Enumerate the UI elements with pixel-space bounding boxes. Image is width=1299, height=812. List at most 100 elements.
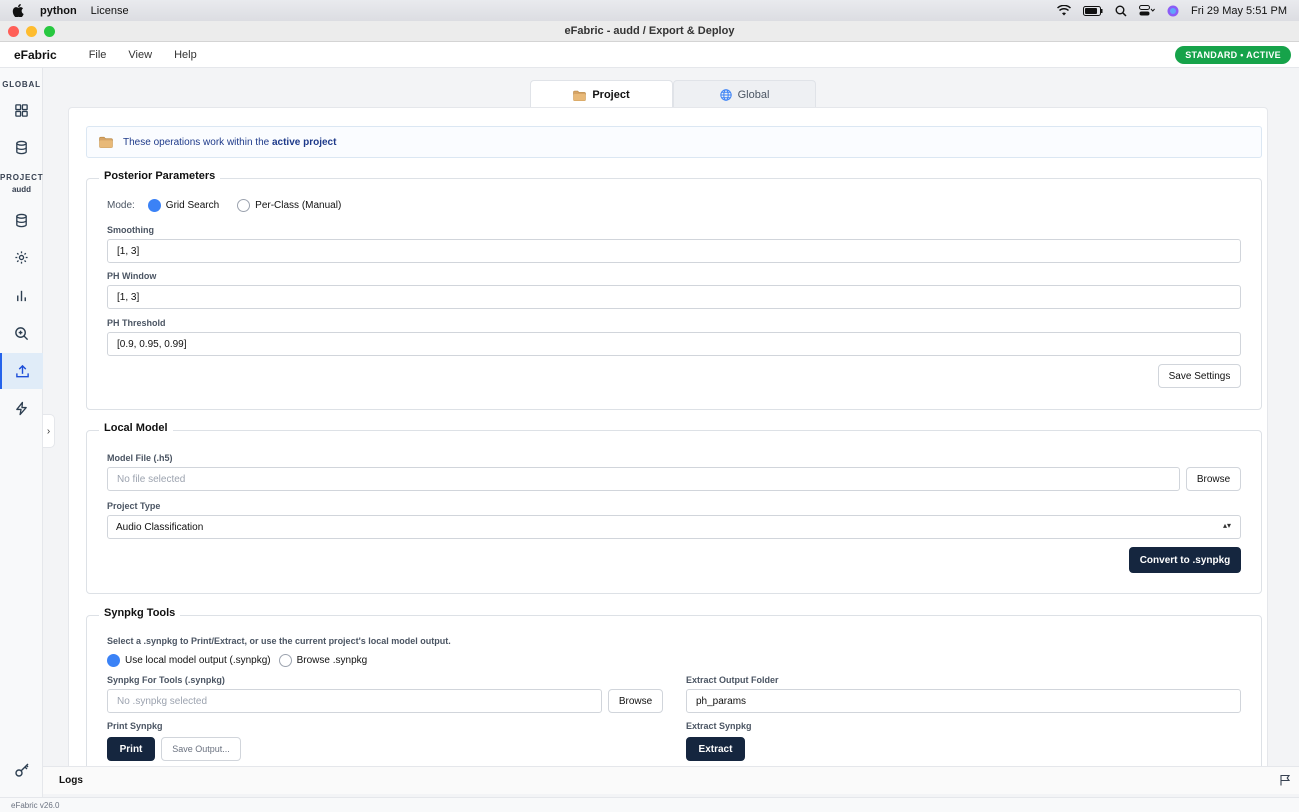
license-status-badge: STANDARD • ACTIVE xyxy=(1175,46,1291,64)
os-datetime[interactable]: Fri 29 May 5:51 PM xyxy=(1191,5,1287,17)
mode-per-class-label[interactable]: Per-Class (Manual) xyxy=(255,200,341,211)
extract-folder-input[interactable]: ph_params xyxy=(686,689,1241,713)
folder-icon xyxy=(573,90,587,101)
sidebar-project-label: PROJECT xyxy=(0,173,44,182)
save-output-button[interactable]: Save Output... xyxy=(161,737,241,761)
sidebar-project-name: audd xyxy=(11,185,32,194)
use-local-output-radio[interactable] xyxy=(107,654,120,667)
extract-folder-label: Extract Output Folder xyxy=(686,675,779,685)
os-app-name[interactable]: python xyxy=(40,5,77,17)
extract-synpkg-label: Extract Synpkg xyxy=(686,721,752,731)
menu-view[interactable]: View xyxy=(128,49,152,61)
smoothing-label: Smoothing xyxy=(107,225,154,235)
tab-global[interactable]: Global xyxy=(673,80,816,108)
posterior-parameters-section: Posterior Parameters Mode: Grid Search P… xyxy=(86,170,1262,410)
project-panel: These operations work within the active … xyxy=(68,107,1268,766)
synpkg-file-input[interactable]: No .synpkg selected xyxy=(107,689,602,713)
wifi-icon[interactable] xyxy=(1057,5,1072,16)
bar-chart-icon xyxy=(17,290,26,301)
os-menubar: python License Fri 29 May 5:51 PM xyxy=(0,0,1299,21)
browse-synpkg-label[interactable]: Browse .synpkg xyxy=(297,655,368,666)
sidebar-global-label: GLOBAL xyxy=(2,80,41,89)
app-header: eFabric File View Help STANDARD • ACTIVE xyxy=(0,42,1299,68)
sidebar-expand-toggle[interactable]: › xyxy=(43,414,55,448)
window-controls xyxy=(8,26,55,37)
synpkg-section-title: Synpkg Tools xyxy=(99,607,181,619)
model-file-input[interactable]: No file selected xyxy=(107,467,1180,491)
mode-per-class-radio[interactable] xyxy=(237,199,251,212)
synpkg-source-selector: Use local model output (.synpkg) Browse … xyxy=(107,654,367,667)
logs-label: Logs xyxy=(59,775,83,786)
mode-grid-search-label[interactable]: Grid Search xyxy=(166,200,219,211)
sidebar-item-export[interactable] xyxy=(0,353,43,389)
flag-icon[interactable] xyxy=(1279,774,1291,786)
minimize-window-button[interactable] xyxy=(26,26,37,37)
mode-label: Mode: xyxy=(107,200,135,211)
mode-grid-search-radio[interactable] xyxy=(147,199,161,212)
model-file-browse-button[interactable]: Browse xyxy=(1186,467,1241,491)
spotlight-search-icon[interactable] xyxy=(1115,5,1127,17)
app-version: eFabric v26.0 xyxy=(11,800,60,810)
ph-threshold-label: PH Threshold xyxy=(107,318,166,328)
close-window-button[interactable] xyxy=(8,26,19,37)
posterior-section-title: Posterior Parameters xyxy=(99,170,221,182)
notice-emphasis: active project xyxy=(271,136,337,148)
upload-icon xyxy=(16,364,29,377)
logs-bar[interactable]: Logs xyxy=(43,766,1299,794)
tab-global-label: Global xyxy=(737,88,770,101)
project-type-select[interactable]: Audio Classification ▴▾ xyxy=(107,515,1241,539)
model-file-label: Model File (.h5) xyxy=(107,453,173,463)
battery-icon[interactable] xyxy=(1083,5,1103,16)
ph-window-input[interactable]: [1, 3] xyxy=(107,285,1241,309)
extract-button[interactable]: Extract xyxy=(686,737,745,761)
print-button[interactable]: Print xyxy=(107,737,155,761)
ph-threshold-input[interactable]: [0.9, 0.95, 0.99] xyxy=(107,332,1241,356)
ph-window-label: PH Window xyxy=(107,271,157,281)
sidebar: GLOBAL PROJECT audd xyxy=(0,68,43,799)
zoom-icon xyxy=(15,326,29,340)
key-icon[interactable] xyxy=(14,762,30,778)
menu-help[interactable]: Help xyxy=(174,49,197,61)
apple-icon[interactable] xyxy=(12,4,24,17)
synpkg-description: Select a .synpkg to Print/Extract, or us… xyxy=(107,636,451,646)
tab-project[interactable]: Project xyxy=(530,80,673,109)
use-local-output-label[interactable]: Use local model output (.synpkg) xyxy=(125,655,271,666)
zoom-window-button[interactable] xyxy=(44,26,55,37)
menu-file[interactable]: File xyxy=(89,49,107,61)
sidebar-item-automation[interactable] xyxy=(0,390,43,426)
database-icon xyxy=(16,213,27,227)
print-synpkg-label: Print Synpkg xyxy=(107,721,163,731)
sidebar-item-project-data[interactable] xyxy=(0,202,43,238)
bolt-icon xyxy=(16,401,27,415)
browse-synpkg-radio[interactable] xyxy=(278,654,292,667)
globe-icon xyxy=(719,88,732,101)
local-model-section: Local Model Model File (.h5) No file sel… xyxy=(86,422,1262,594)
main-content: Project Global These operations work wit… xyxy=(55,68,1299,766)
sidebar-item-dashboard[interactable] xyxy=(0,92,43,128)
control-center-icon[interactable] xyxy=(1139,5,1155,16)
siri-icon[interactable] xyxy=(1167,5,1179,17)
database-icon xyxy=(16,140,27,154)
tab-project-label: Project xyxy=(592,89,630,101)
mode-selector: Mode: Grid Search Per-Class (Manual) xyxy=(107,199,341,212)
os-menu-license[interactable]: License xyxy=(91,5,129,17)
synpkg-browse-button[interactable]: Browse xyxy=(608,689,663,713)
convert-synpkg-button[interactable]: Convert to .synpkg xyxy=(1129,547,1241,573)
cog-icon xyxy=(15,250,28,264)
app-footer: eFabric v26.0 xyxy=(0,797,1299,812)
project-type-value: Audio Classification xyxy=(116,521,204,533)
project-type-label: Project Type xyxy=(107,501,161,511)
save-settings-button[interactable]: Save Settings xyxy=(1158,364,1241,388)
sidebar-item-training[interactable] xyxy=(0,239,43,275)
sidebar-item-inspect[interactable] xyxy=(0,315,43,351)
smoothing-input[interactable]: [1, 3] xyxy=(107,239,1241,263)
app-brand: eFabric xyxy=(14,47,57,62)
sidebar-item-results[interactable] xyxy=(0,277,43,313)
select-arrows-icon: ▴▾ xyxy=(1222,521,1231,530)
notice-text: These operations work within the active … xyxy=(123,137,336,148)
local-model-section-title: Local Model xyxy=(99,422,173,434)
window-titlebar: eFabric - audd / Export & Deploy xyxy=(0,21,1299,42)
active-project-notice: These operations work within the active … xyxy=(86,126,1262,158)
sidebar-item-global-data[interactable] xyxy=(0,129,43,165)
chevron-right-icon: › xyxy=(46,425,51,437)
